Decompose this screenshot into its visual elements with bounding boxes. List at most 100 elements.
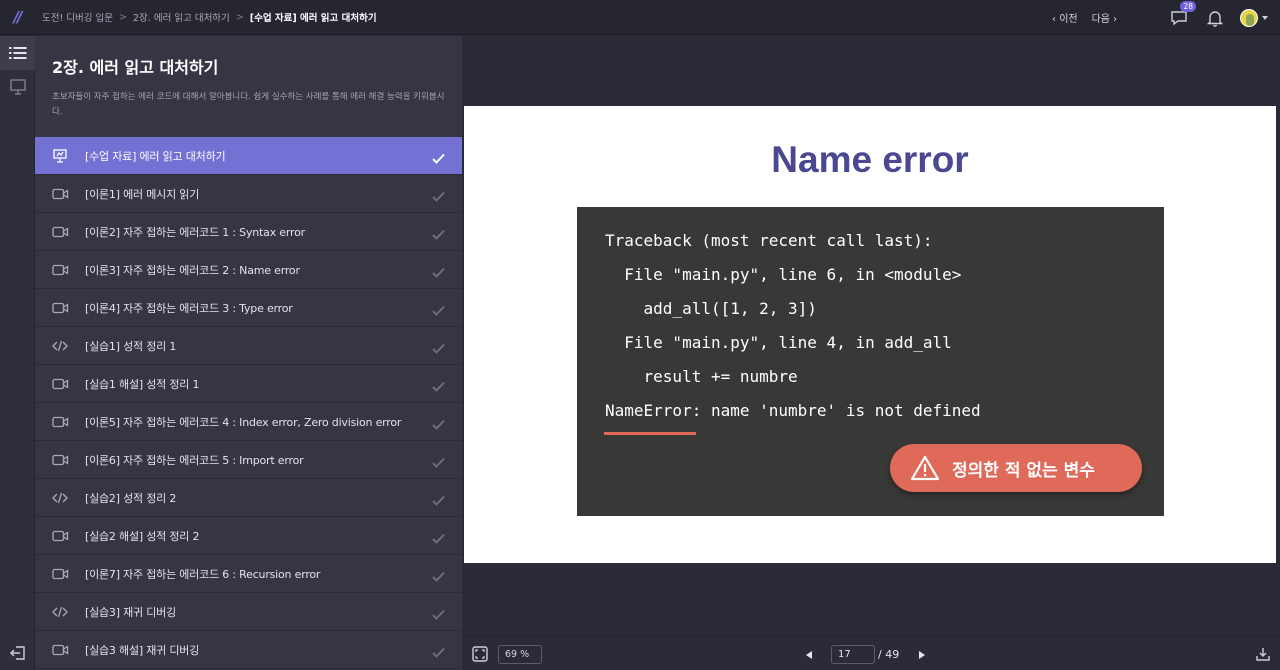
breadcrumb-chapter[interactable]: 2장. 에러 읽고 대처하기 xyxy=(133,10,230,24)
check-icon xyxy=(432,225,445,244)
page-number-input[interactable] xyxy=(831,645,875,664)
presentation-button[interactable] xyxy=(0,70,35,104)
left-rail xyxy=(0,36,35,670)
lesson-item[interactable]: [실습3 해설] 재귀 디버깅 xyxy=(35,631,462,669)
lesson-item[interactable]: [실습3] 재귀 디버깅 xyxy=(35,593,462,631)
download-button[interactable] xyxy=(1256,646,1270,665)
lesson-item[interactable]: [이론1] 에러 메시지 읽기 xyxy=(35,175,462,213)
next-button[interactable]: 다음 › xyxy=(1092,10,1118,25)
code-line: add_all([1, 2, 3]) xyxy=(605,299,817,318)
logo[interactable]: // xyxy=(0,0,34,35)
fullscreen-icon xyxy=(472,646,488,662)
prev-page-icon[interactable] xyxy=(806,650,812,659)
lesson-label: [수업 자료] 에러 읽고 대처하기 xyxy=(85,149,226,163)
viewer-toolbar: 69 % / 49 xyxy=(463,636,1280,670)
code-line: File "main.py", line 4, in add_all xyxy=(605,333,952,352)
code-line: NameError: name 'numbre' is not defined xyxy=(605,401,981,420)
code-line: File "main.py", line 6, in <module> xyxy=(605,265,962,284)
video-icon xyxy=(35,188,85,200)
breadcrumb-course[interactable]: 도전! 디버깅 입문 xyxy=(42,10,113,24)
video-icon xyxy=(35,568,85,580)
bell-icon xyxy=(1207,10,1223,27)
lesson-item[interactable]: [이론7] 자주 접하는 에러코드 6 : Recursion error xyxy=(35,555,462,593)
check-icon xyxy=(432,187,445,206)
message-count-badge: 28 xyxy=(1180,0,1196,12)
check-icon xyxy=(432,263,445,282)
lesson-label: [실습1] 성적 정리 1 xyxy=(85,339,177,353)
check-icon xyxy=(432,605,445,624)
lesson-item[interactable]: [실습2 해설] 성적 정리 2 xyxy=(35,517,462,555)
check-icon xyxy=(432,377,445,396)
lesson-label: [실습2 해설] 성적 정리 2 xyxy=(85,529,200,543)
curriculum-list-button[interactable] xyxy=(0,36,35,70)
lesson-item[interactable]: [이론2] 자주 접하는 에러코드 1 : Syntax error xyxy=(35,213,462,251)
lesson-label: [실습2] 성적 정리 2 xyxy=(85,491,177,505)
fit-screen-button[interactable] xyxy=(472,646,488,666)
prev-label: 이전 xyxy=(1059,14,1078,25)
check-icon xyxy=(432,567,445,586)
check-icon xyxy=(432,301,445,320)
lesson-label: [이론1] 에러 메시지 읽기 xyxy=(85,187,200,201)
lesson-item[interactable]: [이론6] 자주 접하는 에러코드 5 : Import error xyxy=(35,441,462,479)
total-pages: / 49 xyxy=(878,648,900,661)
code-icon xyxy=(35,606,85,618)
slide-title: Name error xyxy=(771,139,969,180)
list-icon xyxy=(8,47,26,59)
exit-icon xyxy=(9,646,25,660)
exit-button[interactable] xyxy=(0,636,35,670)
video-icon xyxy=(35,264,85,276)
check-icon xyxy=(432,529,445,548)
lesson-item[interactable]: [실습1] 성적 정리 1 xyxy=(35,327,462,365)
check-icon xyxy=(432,415,445,434)
code-icon xyxy=(35,492,85,504)
lesson-label: [실습3 해설] 재귀 디버깅 xyxy=(85,643,200,657)
zoom-level[interactable]: 69 % xyxy=(498,645,542,664)
next-page-icon[interactable] xyxy=(919,650,926,659)
lesson-label: [이론3] 자주 접하는 에러코드 2 : Name error xyxy=(85,263,300,277)
check-icon xyxy=(432,643,445,662)
presentation-icon xyxy=(35,148,85,164)
presentation-icon xyxy=(9,79,26,95)
slide: Name error Traceback (most recent call l… xyxy=(464,106,1276,563)
video-icon xyxy=(35,226,85,238)
lesson-item[interactable]: [이론4] 자주 접하는 에러코드 3 : Type error xyxy=(35,289,462,327)
lesson-label: [이론5] 자주 접하는 에러코드 4 : Index error, Zero … xyxy=(85,415,402,429)
code-block: Traceback (most recent call last): File … xyxy=(577,207,1164,516)
lesson-item[interactable]: [이론5] 자주 접하는 에러코드 4 : Index error, Zero … xyxy=(35,403,462,441)
breadcrumb-separator: > xyxy=(119,11,127,23)
error-underline xyxy=(604,432,696,435)
video-icon xyxy=(35,644,85,656)
video-icon xyxy=(35,454,85,466)
breadcrumb-separator: > xyxy=(235,11,244,23)
code-line: result += numbre xyxy=(605,367,798,386)
prev-button[interactable]: ‹ 이전 xyxy=(1052,10,1078,25)
chevron-down-icon[interactable] xyxy=(1262,15,1268,20)
slide-viewer: Name error Traceback (most recent call l… xyxy=(463,36,1280,635)
curriculum-sidebar: 2장. 에러 읽고 대처하기 초보자들이 자주 접하는 에러 코드에 대해서 알… xyxy=(35,36,462,670)
check-icon xyxy=(432,339,445,358)
top-icons: 28 xyxy=(1168,0,1280,35)
lesson-label: [이론4] 자주 접하는 에러코드 3 : Type error xyxy=(85,301,293,315)
avatar[interactable] xyxy=(1240,8,1258,27)
video-icon xyxy=(35,416,85,428)
lesson-item[interactable]: [실습1 해설] 성적 정리 1 xyxy=(35,365,462,403)
lesson-label: [실습1 해설] 성적 정리 1 xyxy=(85,377,200,391)
lesson-item[interactable]: [이론3] 자주 접하는 에러코드 2 : Name error xyxy=(35,251,462,289)
callout-text: 정의한 적 없는 변수 xyxy=(952,460,1095,481)
lesson-label: [이론2] 자주 접하는 에러코드 1 : Syntax error xyxy=(85,225,305,239)
chapter-title: 2장. 에러 읽고 대처하기 xyxy=(52,58,219,77)
message-button[interactable]: 28 xyxy=(1168,0,1196,29)
code-icon xyxy=(35,340,85,352)
notification-button[interactable] xyxy=(1204,7,1226,29)
warning-icon xyxy=(910,455,940,481)
prev-next-nav: ‹ 이전 다음 › xyxy=(1052,0,1117,35)
breadcrumb-current: [수업 자료] 에러 읽고 대처하기 xyxy=(249,13,377,24)
lesson-item[interactable]: [수업 자료] 에러 읽고 대처하기 xyxy=(35,137,462,175)
lesson-item[interactable]: [실습2] 성적 정리 2 xyxy=(35,479,462,517)
pager: / 49 xyxy=(806,645,926,664)
next-label: 다음 xyxy=(1091,14,1110,25)
lesson-label: [실습3] 재귀 디버깅 xyxy=(85,605,177,619)
chat-icon xyxy=(1171,10,1187,25)
video-icon xyxy=(35,378,85,390)
download-icon xyxy=(1256,648,1270,661)
